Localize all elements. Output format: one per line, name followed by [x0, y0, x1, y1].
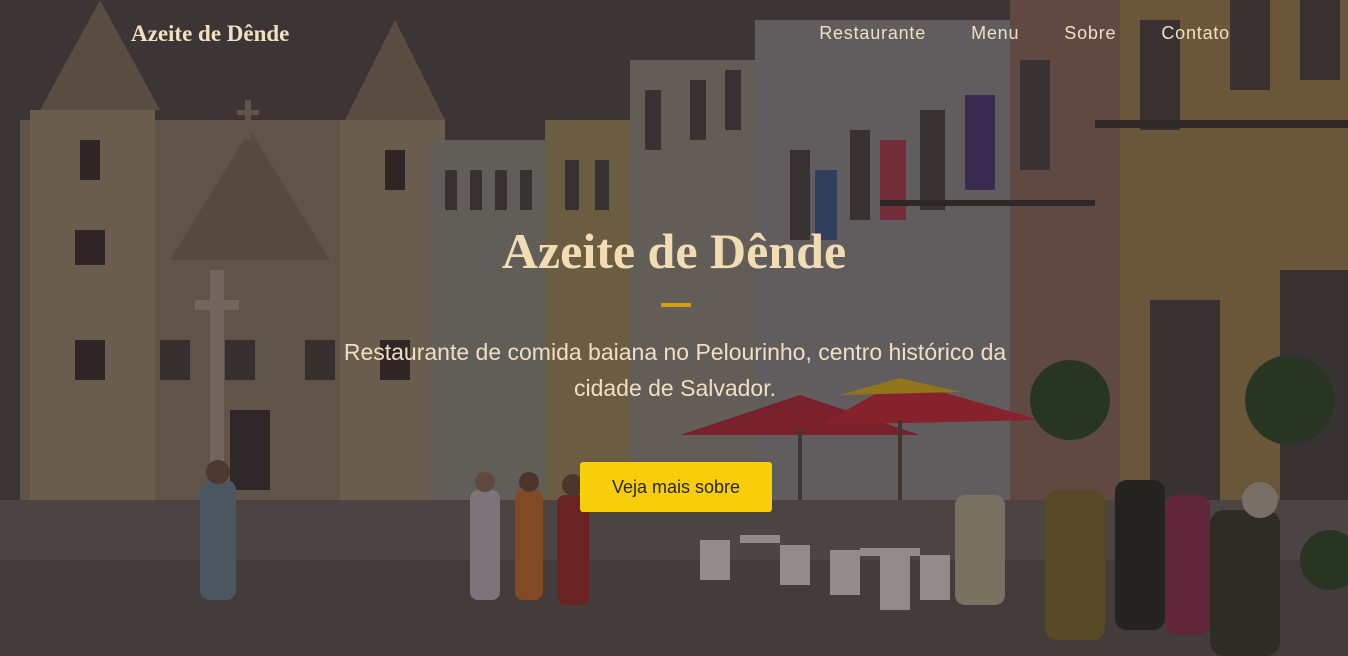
hero-title: Azeite de Dênde — [501, 223, 847, 279]
brand-logo-link[interactable]: Azeite de Dênde — [131, 21, 289, 47]
nav-link-contato[interactable]: Contato — [1161, 23, 1230, 44]
navbar: Azeite de Dênde Restaurante Menu Sobre C… — [0, 0, 1348, 70]
hero-subtitle: Restaurante de comida baiana no Pelourin… — [343, 339, 1007, 401]
dark-overlay — [0, 0, 1348, 656]
title-divider — [661, 303, 691, 307]
nav-link-restaurante[interactable]: Restaurante — [819, 23, 926, 44]
hero-section: Azeite de Dênde Restaurante Menu Sobre C… — [0, 0, 1348, 656]
veja-mais-sobre-button[interactable]: Veja mais sobre — [580, 462, 772, 512]
nav-link-menu[interactable]: Menu — [971, 23, 1019, 44]
nav-links: Restaurante Menu Sobre Contato — [819, 23, 1230, 44]
nav-link-sobre[interactable]: Sobre — [1064, 23, 1116, 44]
